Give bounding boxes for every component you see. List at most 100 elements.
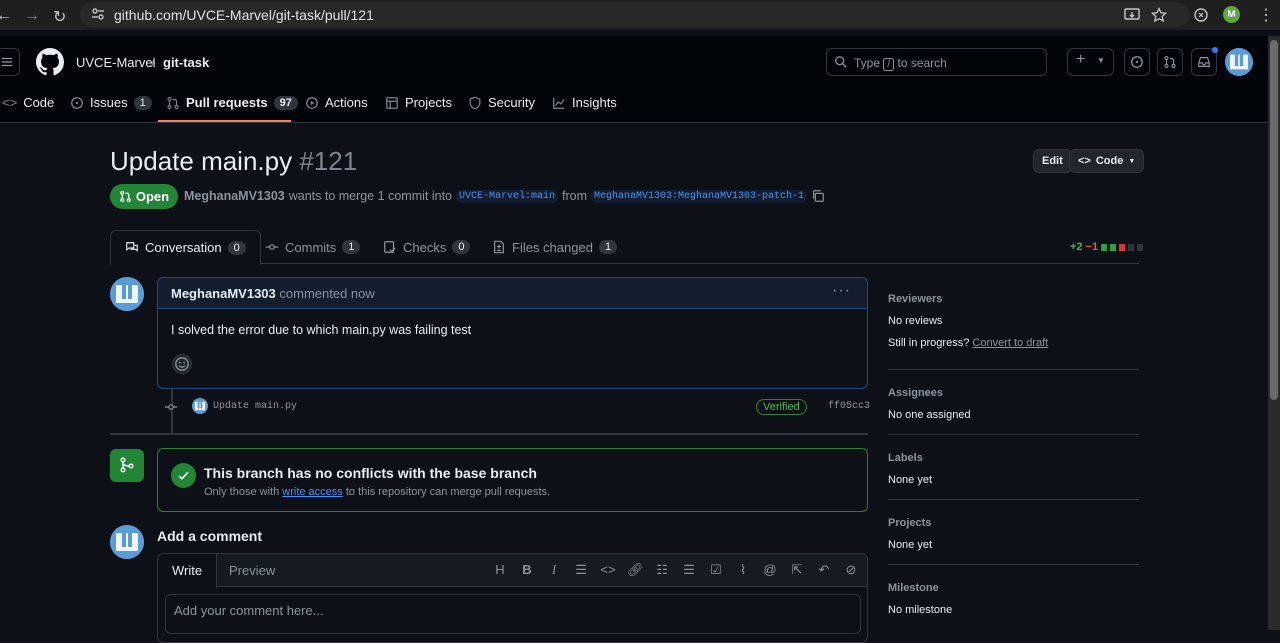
comment-body: I solved the error due to which main.py … — [171, 323, 472, 337]
checklist-icon — [384, 241, 396, 253]
verified-badge[interactable]: Verified — [756, 399, 807, 415]
reload-icon[interactable]: ↻ — [53, 7, 66, 27]
projects-section[interactable]: Projects None yet — [888, 517, 1139, 551]
file-diff-icon — [494, 240, 504, 254]
bold-icon[interactable]: B — [519, 562, 535, 578]
page-scrollbar[interactable] — [1268, 36, 1280, 630]
comment-header: MeghanaMV1303 commented now ··· — [158, 278, 867, 309]
milestone-section[interactable]: Milestone No milestone — [888, 582, 1139, 616]
page-title: Update main.py #121 — [110, 146, 357, 177]
repo-owner-link[interactable]: UVCE-Marvel — [76, 55, 155, 70]
browser-menu-icon[interactable]: ⋮ — [1258, 5, 1274, 25]
status-badge: Open — [110, 184, 178, 209]
pull-request-icon — [120, 190, 131, 203]
labels-section[interactable]: Labels None yet — [888, 452, 1139, 486]
italic-icon[interactable]: I — [546, 562, 562, 578]
repo-nav: <> Code Issues 1 Pull requests 97 Action… — [0, 90, 700, 123]
code-icon: <> — [1078, 155, 1091, 167]
comment-author-link[interactable]: MeghanaMV1303 — [171, 286, 276, 301]
code-icon[interactable]: <> — [600, 562, 616, 578]
slash-commands-icon[interactable]: ⊘ — [843, 562, 859, 578]
site-info-icon[interactable] — [90, 6, 106, 22]
comment: MeghanaMV1303 commented now ··· I solved… — [157, 277, 868, 389]
numbered-list-icon[interactable]: ☷ — [654, 562, 670, 578]
avatar[interactable] — [192, 398, 208, 414]
tab-actions[interactable]: Actions — [305, 95, 368, 110]
comment-textarea[interactable]: Add your comment here... — [165, 594, 861, 634]
assignees-section[interactable]: Assignees No one assigned — [888, 387, 1139, 421]
tab-checks[interactable]: Checks 0 — [383, 230, 471, 264]
link-icon[interactable]: 🔗︎ — [627, 562, 644, 578]
issues-button[interactable] — [1124, 48, 1150, 76]
projects-heading[interactable]: Projects — [888, 517, 1139, 529]
assignees-heading[interactable]: Assignees — [888, 387, 1139, 399]
profile-avatar[interactable]: M — [1223, 6, 1240, 23]
milestone-heading[interactable]: Milestone — [888, 582, 1139, 594]
copy-icon[interactable] — [811, 189, 825, 203]
sidebar-divider — [888, 434, 1139, 435]
github-logo-icon[interactable] — [36, 48, 64, 76]
from-text: from — [562, 189, 588, 203]
edit-title-button[interactable]: Edit — [1033, 149, 1072, 173]
extensions-icon[interactable] — [1193, 7, 1209, 23]
pr-meta: MeghanaMV1303 wants to merge 1 commit in… — [184, 189, 825, 203]
issues-count: 1 — [133, 95, 152, 110]
diffstat-block — [1128, 243, 1135, 251]
attach-icon[interactable]: ⌇ — [735, 562, 751, 578]
add-reaction-button[interactable] — [172, 354, 192, 374]
tab-projects[interactable]: Projects — [385, 95, 452, 110]
diffstat-block — [1119, 243, 1126, 251]
address-bar[interactable]: github.com/UVCE-Marvel/git-task/pull/121 — [80, 2, 1190, 27]
reference-icon[interactable]: ⇱ — [789, 562, 805, 578]
tab-security[interactable]: Security — [468, 95, 535, 110]
code-dropdown-button[interactable]: <> Code ▼ — [1069, 149, 1145, 173]
inbox-icon — [1198, 57, 1210, 67]
task-list-icon[interactable]: ☑ — [708, 562, 724, 578]
reviewers-section[interactable]: Reviewers No reviews Still in progress? … — [888, 293, 1139, 349]
quote-icon[interactable]: ☰ — [573, 562, 589, 578]
avatar[interactable] — [110, 277, 144, 311]
scrollbar-thumb[interactable] — [1270, 40, 1278, 400]
pr-author-link[interactable]: MeghanaMV1303 — [184, 189, 285, 203]
kebab-menu-icon[interactable]: ··· — [832, 282, 851, 300]
labels-heading[interactable]: Labels — [888, 452, 1139, 464]
search-shortcut-key: / — [883, 58, 895, 71]
comment-timestamp[interactable]: commented now — [279, 286, 374, 301]
bulleted-list-icon[interactable]: ☰ — [681, 562, 697, 578]
back-icon[interactable]: ← — [0, 7, 12, 25]
write-access-link[interactable]: write access — [282, 486, 343, 498]
menu-button[interactable] — [0, 48, 20, 76]
search-input[interactable]: Type / to search — [826, 48, 1047, 76]
tab-pull-requests[interactable]: Pull requests 97 — [166, 95, 298, 110]
tab-issues[interactable]: Issues 1 — [70, 95, 152, 110]
create-new-button[interactable]: + ▼ — [1067, 48, 1114, 76]
mention-icon[interactable]: @ — [762, 562, 778, 578]
install-app-icon[interactable] — [1124, 7, 1140, 23]
repo-name-link[interactable]: git-task — [163, 55, 209, 70]
merge-status-title: This branch has no conflicts with the ba… — [204, 465, 537, 481]
forward-icon[interactable]: → — [24, 7, 40, 25]
reviewers-heading[interactable]: Reviewers — [888, 293, 1139, 305]
pull-requests-button[interactable] — [1157, 48, 1183, 76]
head-branch[interactable]: MeghanaMV1303:MeghanaMV1303-patch-1 — [591, 189, 808, 203]
tab-commits[interactable]: Commits 1 — [265, 230, 361, 264]
tab-insights[interactable]: Insights — [552, 95, 617, 110]
chevron-down-icon: ▼ — [1128, 157, 1136, 165]
commit-sha-link[interactable]: ff05cc3 — [828, 401, 870, 412]
avatar[interactable] — [110, 525, 144, 559]
bookmark-star-icon[interactable] — [1151, 7, 1167, 23]
tab-code[interactable]: <> Code — [2, 95, 54, 110]
commit-message-link[interactable]: Update main.py — [213, 401, 297, 412]
tab-files-changed[interactable]: Files changed 1 — [492, 230, 618, 264]
tab-preview[interactable]: Preview — [215, 554, 289, 588]
tab-write[interactable]: Write — [158, 554, 218, 588]
merge-status-description: Only those with write access to this rep… — [204, 486, 551, 498]
reply-icon[interactable]: ↶ — [816, 562, 832, 578]
user-avatar[interactable] — [1225, 48, 1253, 76]
plus-icon: + — [1076, 51, 1086, 68]
pr-tabs: Conversation 0 Commits 1 Checks 0 Files … — [110, 230, 1139, 265]
base-branch[interactable]: UVCE-Marvel:main — [456, 189, 559, 203]
convert-to-draft-link[interactable]: Convert to draft — [972, 337, 1048, 349]
tab-conversation[interactable]: Conversation 0 — [110, 230, 261, 265]
heading-icon[interactable]: H — [492, 562, 508, 578]
